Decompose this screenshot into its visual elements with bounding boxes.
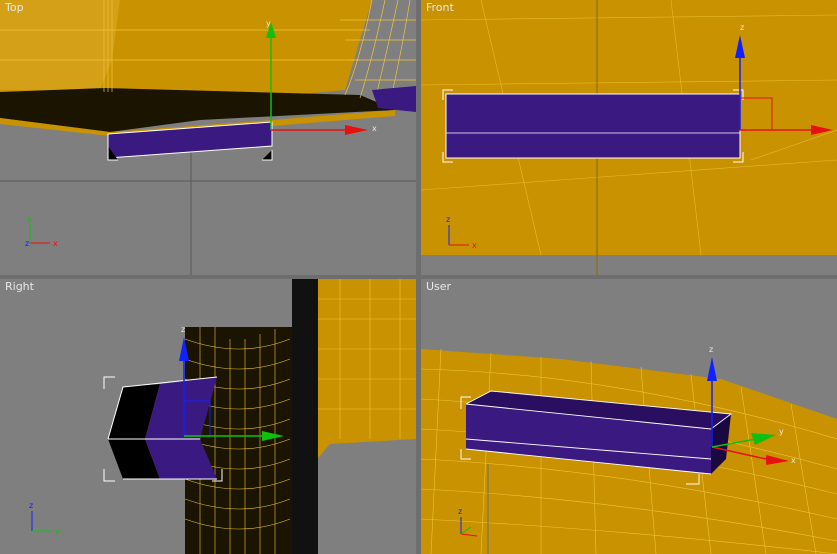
triad-z-label: z	[25, 239, 29, 248]
viewport-label-right[interactable]: Right	[5, 280, 34, 293]
viewport-right-canvas[interactable]: z z y	[0, 279, 416, 554]
gizmo-y-label: y	[266, 19, 271, 28]
triad-z-label: z	[29, 501, 33, 510]
gizmo-z-label: z	[181, 325, 185, 334]
triad-x-label: x	[472, 241, 477, 250]
viewport-top-canvas[interactable]: x y y x z	[0, 0, 416, 275]
viewport-user[interactable]: z x y z User	[421, 279, 837, 554]
viewport-user-canvas[interactable]: z x y z	[421, 279, 837, 554]
viewport-label-user[interactable]: User	[426, 280, 451, 293]
triad-z-label: z	[446, 215, 450, 224]
viewport-front[interactable]: z z x Front	[421, 0, 837, 275]
gizmo-z-label: z	[740, 23, 744, 32]
viewport-label-top[interactable]: Top	[5, 1, 24, 14]
viewport-right[interactable]: z z y Right	[0, 279, 416, 554]
gizmo-y-label: y	[779, 427, 784, 436]
gizmo-x-label: x	[791, 456, 796, 465]
triad-x-label: x	[53, 239, 58, 248]
viewport-front-canvas[interactable]: z z x	[421, 0, 837, 275]
triad-y-label: y	[27, 215, 32, 224]
triad-z-label: z	[458, 507, 462, 516]
gizmo-z-label: z	[709, 345, 713, 354]
gizmo-x-label: x	[372, 124, 377, 133]
viewport-top[interactable]: x y y x z Top	[0, 0, 416, 275]
selected-box[interactable]	[445, 93, 741, 159]
triad-y-label: y	[55, 527, 60, 536]
viewport-label-front[interactable]: Front	[426, 1, 454, 14]
